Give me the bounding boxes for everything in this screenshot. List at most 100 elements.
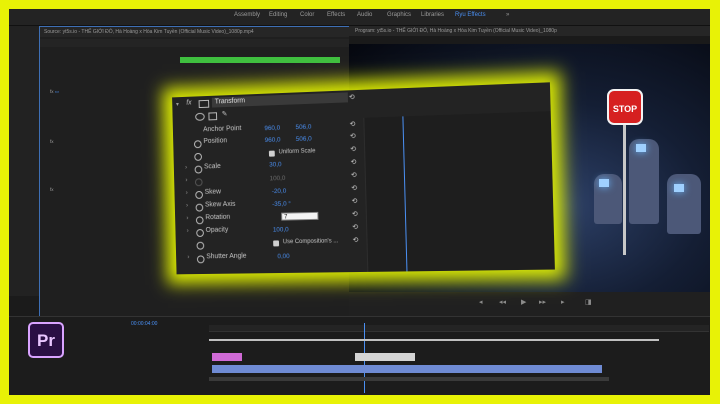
stopwatch-icon[interactable] (196, 229, 204, 237)
workspace-tab[interactable]: Graphics (387, 12, 411, 18)
anchor-point-label: Anchor Point (203, 125, 242, 134)
expand-chevron-icon[interactable]: › (187, 228, 189, 234)
stopwatch-icon[interactable] (196, 241, 205, 250)
effect-clip-bar (180, 57, 340, 63)
rectangle-mask-icon[interactable] (208, 112, 218, 121)
forward-icon[interactable]: ▸▸ (539, 299, 546, 306)
rotation-input[interactable]: 7 (281, 211, 319, 221)
reset-icon[interactable]: ⟲ (350, 158, 356, 166)
opacity-value[interactable]: 100,0 (273, 226, 289, 233)
step-back-icon[interactable]: ◂ (479, 299, 486, 306)
opacity-label: Opacity (205, 226, 229, 234)
position-y[interactable]: 506,0 (296, 136, 312, 143)
clip[interactable] (212, 353, 242, 361)
ec-row: fx (50, 187, 54, 192)
stopwatch-icon[interactable] (195, 216, 204, 225)
shutter-angle-value[interactable]: 0,00 (277, 253, 289, 260)
stopwatch-icon (194, 178, 203, 187)
program-tab: Program: yt5s.io - THẾ GIỚI ĐỎ, Hà Hoàng… (349, 26, 710, 36)
clip[interactable] (355, 353, 415, 361)
ellipse-mask-icon[interactable] (195, 112, 205, 121)
anchor-point-x[interactable]: 960,0 (264, 125, 280, 132)
reset-icon[interactable]: ⟲ (350, 145, 356, 153)
source-panel-tabs: Source: yt5s.io - THẾ GIỚI ĐỎ, Hà Hoàng … (40, 27, 350, 37)
step-forward-icon[interactable]: ▸ (561, 299, 568, 306)
fx-badge[interactable]: fx (186, 100, 191, 107)
workspace-tab[interactable]: Assembly (234, 12, 260, 18)
premiere-logo: Pr (28, 322, 64, 358)
time-ruler[interactable] (209, 325, 709, 332)
audio-track (209, 377, 609, 381)
expand-chevron-icon[interactable]: › (186, 203, 188, 209)
reset-icon[interactable]: ⟲ (351, 197, 357, 205)
stopwatch-icon[interactable] (195, 203, 204, 212)
glowing-screen (674, 184, 684, 192)
anchor-point-y[interactable]: 506,0 (295, 124, 311, 131)
source-tab[interactable]: Source: yt5s.io - THẾ GIỚI ĐỎ, Hà Hoàng … (44, 29, 254, 35)
stopwatch-icon[interactable] (193, 140, 202, 149)
stopwatch-icon[interactable] (196, 255, 205, 264)
position-label: Position (203, 137, 228, 146)
workspace-tab[interactable]: Audio (357, 12, 372, 18)
ec-row: fx ▭ (50, 89, 60, 94)
transform-effect-icon (198, 99, 210, 109)
rotation-label: Rotation (205, 213, 231, 222)
person-figure (667, 174, 701, 234)
skew-axis-value[interactable]: -35,0 ° (272, 201, 291, 208)
video-clip[interactable] (212, 365, 602, 373)
stopwatch-icon[interactable] (195, 190, 203, 199)
workspace-tab-active[interactable]: Ryu Effects (455, 12, 486, 18)
skew-axis-label: Skew Axis (204, 200, 236, 209)
transform-title: Transform (214, 97, 246, 106)
keyframe-area[interactable] (363, 111, 555, 272)
stopwatch-icon[interactable] (194, 152, 203, 161)
expand-chevron-icon[interactable]: › (185, 178, 187, 184)
reset-icon[interactable]: ⟲ (352, 236, 359, 244)
stop-sign: STOP (607, 89, 643, 125)
reset-icon[interactable]: ⟲ (352, 210, 358, 218)
timeline-panel: 00:00:04:00 (9, 316, 710, 395)
workspace-bar: Assembly Editing Color Effects Audio Gra… (9, 9, 710, 26)
project-panel (9, 26, 39, 296)
skew-label: Skew (204, 188, 222, 196)
reset-icon[interactable]: ⟲ (350, 132, 356, 140)
effect-properties-list (50, 67, 180, 287)
expand-chevron-icon[interactable]: › (185, 165, 187, 171)
reset-icon[interactable]: ⟲ (349, 120, 355, 128)
use-composition-checkbox[interactable] (273, 240, 280, 247)
scale-value[interactable]: 30,0 (269, 161, 281, 168)
play-icon[interactable]: ▶ (521, 299, 528, 306)
shutter-angle-label: Shutter Angle (206, 252, 247, 261)
collapse-chevron-icon[interactable]: ▾ (176, 101, 179, 108)
pen-mask-icon[interactable]: ✎ (222, 110, 228, 118)
workspace-tab[interactable]: Effects (327, 12, 345, 18)
workspace-tab[interactable]: Color (300, 12, 314, 18)
expand-chevron-icon[interactable]: › (186, 216, 188, 222)
position-x[interactable]: 960,0 (265, 137, 281, 144)
stop-sign-pole (623, 125, 626, 255)
more-workspaces-icon[interactable]: » (506, 12, 509, 18)
use-composition-label: Use Composition's ... (282, 238, 339, 246)
reset-icon[interactable]: ⟲ (349, 93, 355, 101)
skew-value[interactable]: -20,0 (272, 188, 287, 195)
uniform-scale-checkbox[interactable] (268, 150, 275, 157)
scale-label: Scale (203, 163, 221, 171)
expand-chevron-icon[interactable]: › (187, 255, 189, 261)
playback-controls: ◂ ◂◂ ▶ ▸▸ ▸ ◨ (349, 292, 710, 316)
uniform-scale-label: Uniform Scale (278, 148, 316, 156)
clip-header (40, 39, 350, 47)
reset-icon[interactable]: ⟲ (351, 184, 357, 192)
reset-icon[interactable]: ⟲ (352, 223, 358, 231)
work-area-bar (209, 339, 659, 341)
expand-chevron-icon[interactable]: › (186, 190, 188, 196)
stopwatch-icon[interactable] (194, 165, 203, 174)
workspace-tab[interactable]: Editing (269, 12, 287, 18)
scale-width-value: 100,0 (269, 174, 286, 183)
export-frame-icon[interactable]: ◨ (585, 299, 592, 306)
timecode[interactable]: 00:00:04:00 (131, 321, 157, 327)
rewind-icon[interactable]: ◂◂ (499, 299, 506, 306)
reset-icon[interactable]: ⟲ (351, 171, 357, 179)
glowing-screen (636, 144, 646, 152)
workspace-tab[interactable]: Libraries (421, 12, 444, 18)
ec-row: fx (50, 139, 54, 144)
